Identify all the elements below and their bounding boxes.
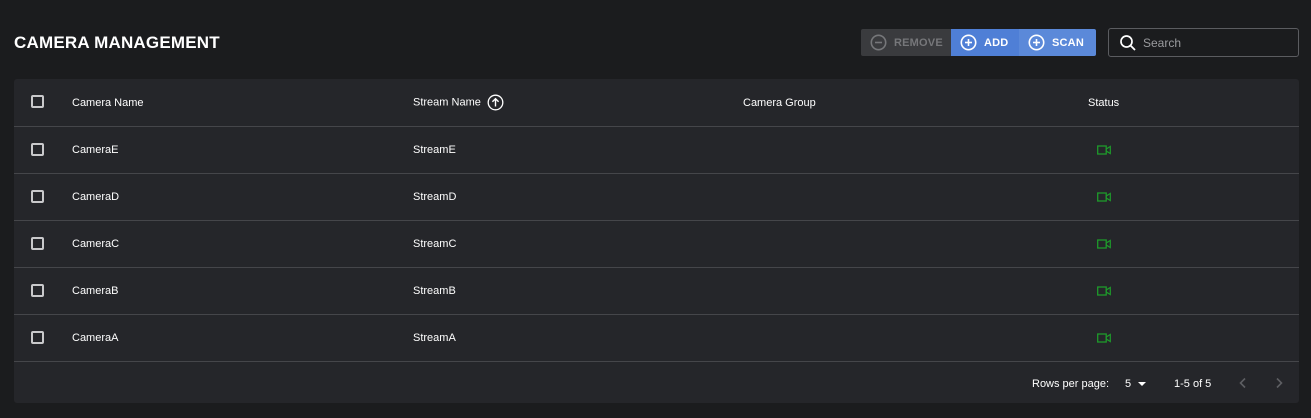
plus-circle-icon — [1028, 34, 1045, 51]
camera-name-cell: CameraD — [72, 191, 120, 203]
chevron-down-icon — [1138, 382, 1147, 387]
next-page-button[interactable] — [1271, 375, 1287, 391]
pagination-range: 1-5 of 5 — [1174, 378, 1212, 390]
camera-table: Camera Name Stream Name Camera Group Sta… — [14, 79, 1299, 403]
column-header-camera-name[interactable]: Camera Name — [72, 97, 144, 109]
column-header-camera-group[interactable]: Camera Group — [743, 97, 816, 109]
camera-name-cell: CameraB — [72, 285, 119, 297]
rows-per-page-select[interactable]: 5 — [1125, 378, 1147, 390]
row-checkbox[interactable] — [31, 143, 44, 156]
camera-name-cell: CameraA — [72, 332, 119, 344]
camera-name-cell: CameraE — [72, 144, 119, 156]
table-row[interactable]: CameraB StreamB — [14, 268, 1299, 315]
remove-button[interactable]: REMOVE — [861, 29, 951, 56]
search-box — [1108, 28, 1299, 57]
search-input[interactable] — [1143, 35, 1293, 50]
scan-button[interactable]: SCAN — [1019, 29, 1096, 56]
table-row[interactable]: CameraA StreamA — [14, 315, 1299, 362]
minus-circle-icon — [870, 34, 887, 51]
table-row[interactable]: CameraE StreamE — [14, 127, 1299, 174]
column-header-status[interactable]: Status — [1088, 97, 1119, 109]
stream-name-cell: StreamA — [413, 332, 456, 344]
row-checkbox[interactable] — [31, 331, 44, 344]
video-camera-icon — [1097, 145, 1111, 155]
table-row[interactable]: CameraC StreamC — [14, 221, 1299, 268]
stream-name-cell: StreamB — [413, 285, 456, 297]
search-icon — [1119, 34, 1137, 52]
rows-per-page-label: Rows per page: — [1032, 378, 1110, 390]
page-title: CAMERA MANAGEMENT — [14, 33, 220, 52]
column-header-stream-name-label: Stream Name — [413, 96, 481, 109]
table-header-row: Camera Name Stream Name Camera Group Sta… — [14, 79, 1299, 127]
rows-per-page-value: 5 — [1125, 378, 1132, 390]
plus-circle-icon — [960, 34, 977, 51]
video-camera-icon — [1097, 333, 1111, 343]
add-button[interactable]: ADD — [951, 29, 1019, 56]
stream-name-cell: StreamC — [413, 238, 457, 250]
add-button-label: ADD — [984, 36, 1009, 49]
video-camera-icon — [1097, 239, 1111, 249]
select-all-checkbox[interactable] — [31, 95, 44, 108]
video-camera-icon — [1097, 286, 1111, 296]
column-header-stream-name[interactable]: Stream Name — [413, 94, 504, 111]
table-pagination: Rows per page: 5 1-5 of 5 — [14, 363, 1299, 403]
remove-button-label: REMOVE — [894, 36, 943, 49]
row-checkbox[interactable] — [31, 237, 44, 250]
table-row[interactable]: CameraD StreamD — [14, 174, 1299, 221]
stream-name-cell: StreamD — [413, 191, 457, 203]
row-checkbox[interactable] — [31, 190, 44, 203]
scan-button-label: SCAN — [1052, 36, 1084, 49]
camera-name-cell: CameraC — [72, 238, 120, 250]
sort-ascending-icon[interactable] — [487, 94, 504, 111]
stream-name-cell: StreamE — [413, 144, 456, 156]
video-camera-icon — [1097, 192, 1111, 202]
row-checkbox[interactable] — [31, 284, 44, 297]
previous-page-button[interactable] — [1235, 375, 1251, 391]
toolbar: REMOVE ADD SCAN — [861, 29, 1096, 56]
